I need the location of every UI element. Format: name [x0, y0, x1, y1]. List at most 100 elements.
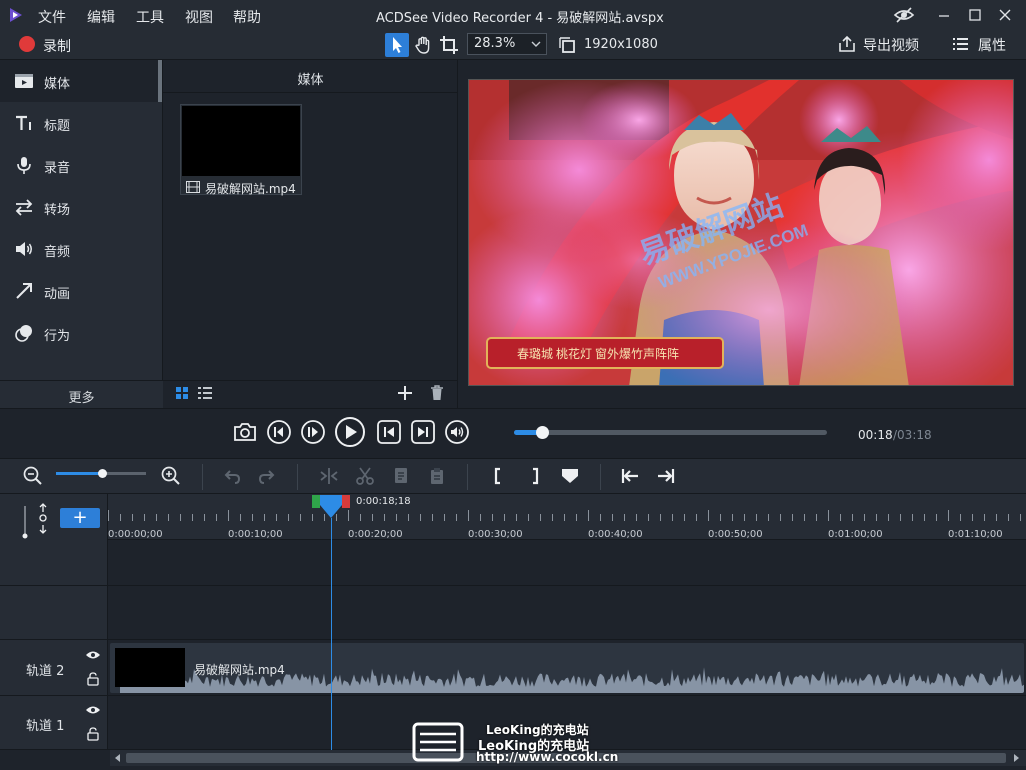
ruler-tick-label: 0:00:40;00 — [588, 529, 643, 540]
title-text-icon — [14, 113, 34, 133]
export-video-button[interactable]: 导出视频 — [863, 35, 919, 55]
category-title[interactable]: 标题 — [0, 102, 158, 144]
go-to-start-icon[interactable] — [376, 419, 402, 445]
transition-icon — [14, 197, 34, 217]
film-icon — [186, 181, 200, 193]
media-icon — [14, 71, 34, 91]
zoom-in-icon[interactable] — [160, 465, 182, 487]
jump-to-start-icon[interactable] — [619, 465, 641, 487]
jump-to-end-icon[interactable] — [655, 465, 677, 487]
media-thumbnail — [182, 106, 300, 176]
category-animation[interactable]: 动画 — [0, 270, 158, 312]
category-audio[interactable]: 音频 — [0, 228, 158, 270]
eye-hide-icon[interactable] — [893, 6, 915, 24]
list-view-icon[interactable] — [198, 387, 212, 399]
clip-name: 易破解网站.mp4 — [194, 663, 285, 677]
redo-icon[interactable] — [256, 465, 278, 487]
playhead-line — [331, 518, 332, 750]
scroll-left-icon[interactable] — [114, 754, 122, 762]
toolbar-divider — [297, 464, 298, 490]
delete-media-icon[interactable] — [430, 385, 444, 401]
properties-button[interactable]: 属性 — [978, 35, 1006, 55]
empty-track-row — [0, 540, 1026, 586]
minimize-button[interactable] — [935, 6, 953, 24]
category-media[interactable]: 媒体 — [0, 60, 158, 102]
category-transition[interactable]: 转场 — [0, 186, 158, 228]
eye-icon[interactable] — [85, 704, 101, 716]
clip-thumbnail — [115, 648, 185, 687]
ruler-tick-label: 0:00:30;00 — [468, 529, 523, 540]
hand-pan-icon[interactable] — [411, 33, 435, 57]
menu-edit[interactable]: 编辑 — [87, 7, 115, 27]
timeline-zoom-fill — [56, 472, 102, 475]
export-icon[interactable] — [837, 34, 857, 54]
undo-icon[interactable] — [221, 465, 243, 487]
app-logo-icon — [9, 7, 23, 23]
toolbar-divider — [600, 464, 601, 490]
cut-scissors-icon[interactable] — [354, 465, 376, 487]
pointer-tool-icon[interactable] — [385, 33, 409, 57]
mark-out-icon[interactable] — [523, 465, 545, 487]
behavior-icon — [14, 323, 34, 343]
category-recording[interactable]: 录音 — [0, 144, 158, 186]
previous-frame-icon[interactable] — [266, 419, 292, 445]
timeline-toolbar — [0, 458, 1026, 494]
microphone-icon — [14, 155, 34, 175]
volume-icon[interactable] — [444, 419, 470, 445]
media-item[interactable]: 易破解网站.mp4 — [180, 104, 302, 196]
zoom-dropdown[interactable]: 28.3% — [467, 33, 547, 55]
grid-view-icon[interactable] — [176, 387, 188, 399]
eye-icon[interactable] — [85, 649, 101, 661]
preview-banner-text: 春璐城 桃花灯 窗外爆竹声阵阵 — [517, 346, 679, 361]
total-time: /03:18 — [893, 428, 932, 442]
marker-icon[interactable] — [559, 465, 581, 487]
category-behavior[interactable]: 行为 — [0, 312, 158, 354]
video-preview[interactable]: 易破解网站 WWW.YPOJIE.COM 春璐城 桃花灯 窗外爆竹声阵阵 — [468, 79, 1014, 386]
add-track-button[interactable]: + — [60, 508, 100, 528]
next-frame-icon[interactable] — [300, 419, 326, 445]
window-title: ACDSee Video Recorder 4 - 易破解网站.avspx — [376, 11, 664, 26]
timeline-zoom-handle[interactable] — [98, 469, 107, 478]
ruler-tick-label: 0:00:50;00 — [708, 529, 763, 540]
mark-in-icon[interactable] — [488, 465, 510, 487]
crop-icon[interactable] — [437, 33, 461, 57]
track-1-label: 轨道 1 — [26, 719, 65, 734]
menu-help[interactable]: 帮助 — [233, 7, 261, 27]
maximize-button[interactable] — [966, 6, 984, 24]
menu-file[interactable]: 文件 — [38, 7, 66, 27]
add-media-icon[interactable] — [397, 385, 413, 401]
snapshot-camera-icon[interactable] — [232, 419, 258, 445]
ruler-tick-label: 0:00:00;00 — [108, 529, 163, 540]
lock-icon[interactable] — [87, 672, 99, 686]
current-time: 00:18 — [858, 428, 893, 442]
more-button[interactable]: 更多 — [0, 380, 163, 408]
properties-list-icon[interactable] — [953, 37, 969, 51]
paste-icon[interactable] — [426, 465, 448, 487]
canvas-size-icon[interactable] — [558, 36, 576, 54]
menu-tools[interactable]: 工具 — [136, 7, 164, 27]
ruler-tick-label: 0:00:10;00 — [228, 529, 283, 540]
category-scrollbar[interactable] — [158, 60, 162, 102]
lock-icon[interactable] — [87, 727, 99, 741]
record-button[interactable]: 录制 — [43, 36, 71, 56]
playhead-handle[interactable] — [312, 495, 350, 519]
menu-view[interactable]: 视图 — [185, 7, 213, 27]
ruler-tick-label: 0:01:10;00 — [948, 529, 1003, 540]
go-to-end-icon[interactable] — [410, 419, 436, 445]
chevron-down-icon — [531, 37, 541, 51]
zoom-value: 28.3% — [474, 36, 516, 51]
close-button[interactable] — [996, 6, 1014, 24]
watermark-logo — [412, 722, 464, 762]
record-icon[interactable] — [19, 36, 35, 52]
split-icon[interactable] — [318, 465, 340, 487]
zoom-out-icon[interactable] — [22, 465, 44, 487]
copy-icon[interactable] — [390, 465, 412, 487]
track-2-label: 轨道 2 — [26, 664, 65, 679]
progress-track[interactable] — [514, 430, 827, 435]
track-height-icon[interactable] — [20, 500, 50, 540]
playhead-time: 0:00:18;18 — [356, 496, 411, 507]
play-icon[interactable] — [334, 416, 366, 448]
watermark-text-3: http://www.cocokl.cn — [476, 750, 619, 764]
scroll-right-icon[interactable] — [1012, 754, 1020, 762]
resolution-label: 1920x1080 — [584, 37, 658, 52]
